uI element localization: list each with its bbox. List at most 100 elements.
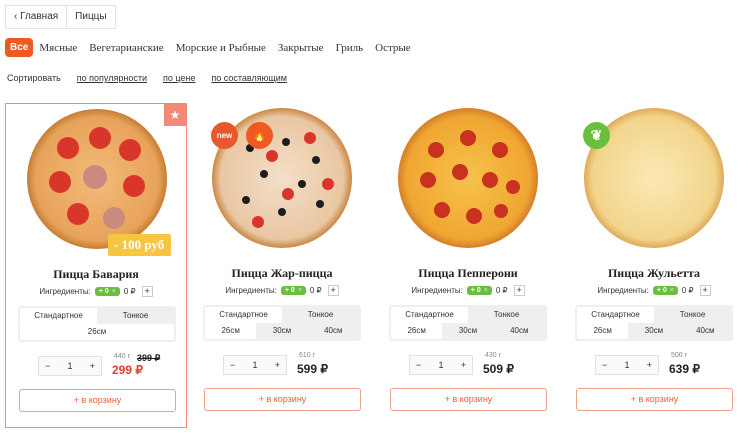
ingredients-tag[interactable]: + 0 ×	[652, 286, 678, 295]
category-vegetarian[interactable]: Вегетарианские	[83, 39, 169, 57]
minus-button[interactable]: −	[416, 360, 421, 370]
weight: 430 г	[485, 352, 502, 359]
size-30[interactable]: 30см	[256, 323, 307, 339]
sort-price[interactable]: по цене	[163, 73, 195, 83]
ingredients-tag[interactable]: + 0 ×	[94, 287, 120, 296]
plus-button[interactable]: +	[275, 360, 280, 370]
product-card[interactable]: new 🔥 Пицца Жар-пицца Ингредиенты: + 0 × …	[191, 103, 373, 428]
size-26[interactable]: 26см	[577, 323, 629, 339]
close-icon[interactable]: ×	[484, 287, 488, 294]
add-to-cart-button[interactable]: + в корзину	[19, 389, 176, 412]
ingredients-row: Ингредиенты: + 0 × 0 ₽ +	[563, 285, 745, 296]
category-spicy[interactable]: Острые	[369, 39, 417, 57]
size-40[interactable]: 40см	[308, 323, 359, 339]
add-ingredient-button[interactable]: +	[699, 285, 711, 296]
price: 509 ₽	[483, 362, 514, 376]
discount-badge: - 100 руб	[108, 234, 172, 256]
ingredients-row: Ингредиенты: + 0 × 0 ₽ +	[377, 285, 559, 296]
quantity-value[interactable]: 1	[252, 360, 257, 370]
quantity-stepper: − 1 +	[38, 356, 102, 376]
price: 639 ₽	[669, 362, 700, 376]
price: 299 ₽	[112, 363, 143, 377]
ingredients-price: 0 ₽	[309, 286, 322, 295]
dough-standard[interactable]: Стандартное	[20, 308, 97, 324]
size-30[interactable]: 30см	[442, 323, 493, 339]
add-ingredient-button[interactable]: +	[327, 285, 339, 296]
size-26[interactable]: 26см	[20, 324, 174, 340]
product-card[interactable]: ❦ Пицца Жульетта Ингредиенты: + 0 × 0 ₽ +…	[563, 103, 745, 428]
dough-thin[interactable]: Тонкое	[654, 307, 731, 323]
sort-label: Сортировать	[7, 73, 61, 83]
ingredients-row: Ингредиенты: + 0 × 0 ₽ +	[6, 286, 186, 297]
quantity-value[interactable]: 1	[67, 361, 72, 371]
dough-standard[interactable]: Стандартное	[577, 307, 654, 323]
dough-thin[interactable]: Тонкое	[97, 308, 174, 324]
vegetarian-leaf-icon: ❦	[583, 122, 610, 149]
close-icon[interactable]: ×	[298, 287, 302, 294]
size-40[interactable]: 40см	[680, 323, 731, 339]
category-filter: Все Мясные Вегетарианские Морские и Рыбн…	[5, 38, 417, 57]
sort-ingredients[interactable]: по составляющим	[211, 73, 287, 83]
pizza-image[interactable]	[27, 109, 167, 249]
plus-button[interactable]: +	[647, 360, 652, 370]
add-to-cart-button[interactable]: + в корзину	[390, 388, 547, 411]
size-40[interactable]: 40см	[494, 323, 545, 339]
product-name[interactable]: Пицца Жар-пицца	[191, 266, 373, 281]
sort-popularity[interactable]: по популярности	[77, 73, 147, 83]
category-meat[interactable]: Мясные	[33, 39, 83, 57]
pizza-image[interactable]	[398, 108, 538, 248]
product-card[interactable]: Пицца Пепперони Ингредиенты: + 0 × 0 ₽ + …	[377, 103, 559, 428]
ingredients-price: 0 ₽	[681, 286, 694, 295]
product-card[interactable]: ★ - 100 руб Пицца Бавария Ингредиенты: +…	[5, 103, 187, 428]
minus-button[interactable]: −	[230, 360, 235, 370]
ingredients-label: Ингредиенты:	[39, 287, 91, 296]
ingredients-price: 0 ₽	[495, 286, 508, 295]
plus-button[interactable]: +	[90, 361, 95, 371]
ingredients-tag-text: + 0	[98, 288, 109, 295]
dough-thin[interactable]: Тонкое	[282, 307, 359, 323]
plus-button[interactable]: +	[461, 360, 466, 370]
minus-button[interactable]: −	[602, 360, 607, 370]
close-icon[interactable]: ×	[670, 287, 674, 294]
weight: 440 г	[114, 353, 131, 360]
category-seafood[interactable]: Морские и Рыбные	[170, 39, 272, 57]
size-26[interactable]: 26см	[205, 323, 257, 339]
category-grill[interactable]: Гриль	[330, 39, 370, 57]
ingredients-label: Ингредиенты:	[597, 286, 649, 295]
add-to-cart-button[interactable]: + в корзину	[576, 388, 733, 411]
dough-standard[interactable]: Стандартное	[391, 307, 468, 323]
minus-button[interactable]: −	[45, 361, 50, 371]
quantity-value[interactable]: 1	[438, 360, 443, 370]
close-icon[interactable]: ×	[112, 288, 116, 295]
product-name[interactable]: Пицца Бавария	[6, 267, 186, 282]
size-30[interactable]: 30см	[628, 323, 679, 339]
ingredients-tag-text: + 0	[656, 287, 667, 294]
dough-standard[interactable]: Стандартное	[205, 307, 282, 323]
category-all[interactable]: Все	[5, 38, 34, 57]
size-26[interactable]: 26см	[391, 323, 443, 339]
add-ingredient-button[interactable]: +	[141, 286, 153, 297]
breadcrumb: ‹ Главная Пиццы	[5, 5, 116, 29]
ingredients-tag[interactable]: + 0 ×	[280, 286, 306, 295]
pizza-options: Стандартное Тонкое 26см 30см 40см	[203, 305, 361, 341]
ingredients-label: Ингредиенты:	[225, 286, 277, 295]
price: 599 ₽	[297, 362, 328, 376]
product-name[interactable]: Пицца Пепперони	[377, 266, 559, 281]
add-to-cart-button[interactable]: + в корзину	[204, 388, 361, 411]
quantity-stepper: − 1 +	[595, 355, 659, 375]
quantity-value[interactable]: 1	[624, 360, 629, 370]
weight: 610 г	[299, 352, 316, 359]
pizza-options: Стандартное Тонкое 26см	[18, 306, 176, 342]
quantity-stepper: − 1 +	[223, 355, 287, 375]
product-name[interactable]: Пицца Жульетта	[563, 266, 745, 281]
breadcrumb-home-link[interactable]: ‹ Главная	[5, 5, 68, 29]
weight: 500 г	[671, 352, 688, 359]
new-badge: new	[211, 122, 238, 149]
favorite-star-icon[interactable]: ★	[164, 104, 186, 126]
ingredients-price: 0 ₽	[123, 287, 136, 296]
add-ingredient-button[interactable]: +	[513, 285, 525, 296]
ingredients-tag[interactable]: + 0 ×	[466, 286, 492, 295]
dough-thin[interactable]: Тонкое	[468, 307, 545, 323]
sort-bar: Сортировать по популярности по цене по с…	[7, 73, 303, 83]
category-closed[interactable]: Закрытые	[272, 39, 330, 57]
